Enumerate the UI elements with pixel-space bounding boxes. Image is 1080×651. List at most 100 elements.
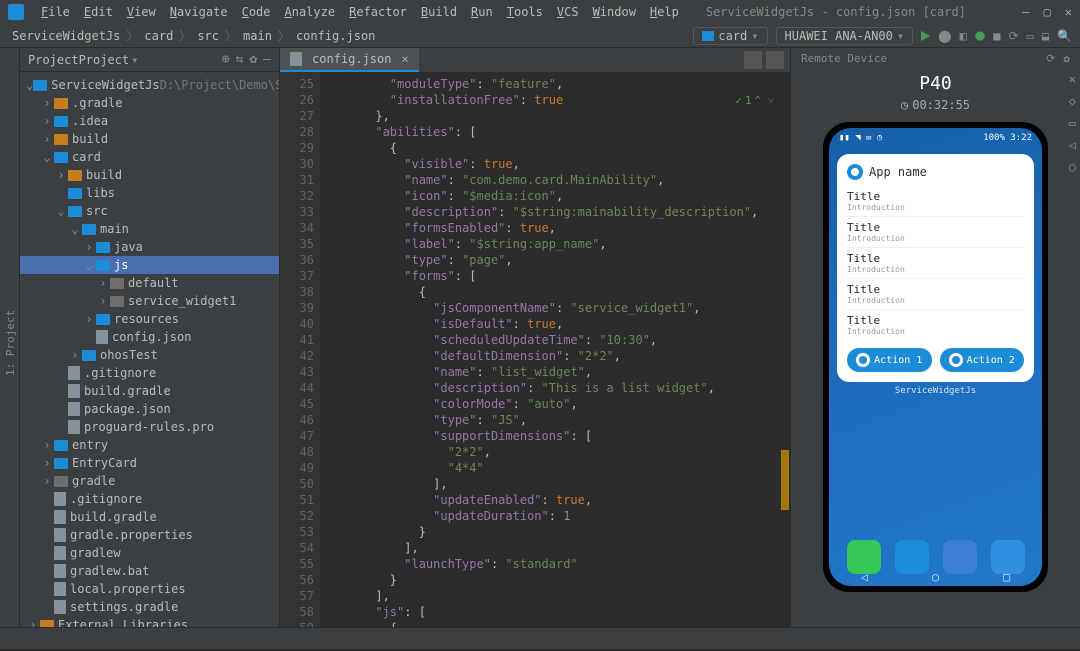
gear-icon[interactable]: ✿ bbox=[1063, 52, 1070, 65]
service-widget-card[interactable]: App name TitleIntroductionTitleIntroduct… bbox=[837, 154, 1034, 382]
menu-build[interactable]: Build bbox=[414, 5, 464, 19]
expand-icon[interactable]: ⌄ bbox=[40, 150, 54, 164]
tree-node[interactable]: ⌄card bbox=[20, 148, 279, 166]
expand-icon[interactable]: › bbox=[96, 276, 110, 290]
tree-node[interactable]: ›resources bbox=[20, 310, 279, 328]
device-selector[interactable]: HUAWEI ANA-AN00 ▾ bbox=[776, 27, 914, 45]
tree-node[interactable]: build.gradle bbox=[20, 508, 279, 526]
locate-icon[interactable]: ⊕ bbox=[222, 52, 230, 67]
collapse-icon[interactable]: ⇆ bbox=[236, 52, 244, 67]
close-tab-icon[interactable]: × bbox=[401, 52, 408, 66]
nav-back-icon[interactable]: ◁ bbox=[861, 570, 868, 584]
search-icon[interactable]: 🔍 bbox=[1057, 29, 1072, 43]
crumb[interactable]: src bbox=[193, 29, 223, 43]
menu-help[interactable]: Help bbox=[643, 5, 686, 19]
settings-icon[interactable]: ✿ bbox=[249, 52, 257, 67]
tree-node[interactable]: libs bbox=[20, 184, 279, 202]
tree-node[interactable]: gradlew bbox=[20, 544, 279, 562]
run-config-selector[interactable]: card ▾ bbox=[693, 27, 767, 45]
tree-node[interactable]: proguard-rules.pro bbox=[20, 418, 279, 436]
project-tree[interactable]: ⌄ServiceWidgetJs D:\Project\Demo\Service… bbox=[20, 72, 279, 627]
expand-icon[interactable]: › bbox=[40, 438, 54, 452]
tree-node[interactable]: ›service_widget1 bbox=[20, 292, 279, 310]
menu-file[interactable]: File bbox=[34, 5, 77, 19]
tree-node[interactable]: ›.gradle bbox=[20, 94, 279, 112]
tree-node[interactable]: ›EntryCard bbox=[20, 454, 279, 472]
tree-node[interactable]: ›ohosTest bbox=[20, 346, 279, 364]
browser-app-icon[interactable] bbox=[943, 540, 977, 574]
sync-icon[interactable]: ⟳ bbox=[1009, 29, 1019, 43]
tree-node[interactable]: .gitignore bbox=[20, 490, 279, 508]
card-list-item[interactable]: TitleIntroduction bbox=[847, 247, 1024, 278]
attach-icon[interactable]: ⬣ bbox=[975, 29, 985, 43]
tree-node[interactable]: build.gradle bbox=[20, 382, 279, 400]
close-preview-icon[interactable]: ✕ bbox=[1069, 72, 1076, 86]
tree-node[interactable]: settings.gradle bbox=[20, 598, 279, 616]
menu-run[interactable]: Run bbox=[464, 5, 500, 19]
card-list-item[interactable]: TitleIntroduction bbox=[847, 186, 1024, 216]
avd-icon[interactable]: ▭ bbox=[1027, 29, 1034, 43]
tree-node[interactable]: gradlew.bat bbox=[20, 562, 279, 580]
expand-icon[interactable]: › bbox=[82, 312, 96, 326]
maximize-icon[interactable]: ▢ bbox=[1044, 5, 1051, 19]
camera-app-icon[interactable] bbox=[991, 540, 1025, 574]
tab-structure[interactable]: 2: Structure bbox=[0, 58, 2, 627]
tree-node[interactable]: gradle.properties bbox=[20, 526, 279, 544]
expand-icon[interactable]: ⌄ bbox=[68, 222, 82, 236]
crumb[interactable]: card bbox=[140, 29, 177, 43]
sdk-icon[interactable]: ⬓ bbox=[1042, 29, 1049, 43]
expand-icon[interactable]: ⌄ bbox=[82, 258, 96, 272]
messages-app-icon[interactable] bbox=[895, 540, 929, 574]
phone-app-icon[interactable] bbox=[847, 540, 881, 574]
editor-tab-config[interactable]: config.json × bbox=[280, 48, 419, 72]
run-icon[interactable] bbox=[921, 31, 930, 41]
expand-icon[interactable]: › bbox=[96, 294, 110, 308]
tree-node[interactable]: package.json bbox=[20, 400, 279, 418]
refresh-icon[interactable]: ⟳ bbox=[1046, 52, 1055, 65]
stop-icon[interactable]: ■ bbox=[993, 29, 1000, 43]
expand-icon[interactable]: › bbox=[40, 456, 54, 470]
menu-tools[interactable]: Tools bbox=[500, 5, 550, 19]
back-icon[interactable]: ◁ bbox=[1069, 138, 1076, 152]
profile-icon[interactable]: ◧ bbox=[960, 29, 967, 43]
menu-code[interactable]: Code bbox=[235, 5, 278, 19]
tab-project[interactable]: 1: Project bbox=[2, 58, 19, 627]
menu-navigate[interactable]: Navigate bbox=[163, 5, 235, 19]
expand-icon[interactable]: › bbox=[68, 348, 82, 362]
expand-icon[interactable]: ⌄ bbox=[26, 78, 33, 92]
phone-screen[interactable]: ▮▮ ◥ ✉ ◷ 100% 3:22 App name TitleIntrodu… bbox=[829, 128, 1042, 586]
editor-scroll-stripe[interactable] bbox=[781, 90, 789, 590]
code-content[interactable]: "moduleType": "feature", "installationFr… bbox=[320, 72, 790, 627]
close-icon[interactable]: ✕ bbox=[1065, 5, 1072, 19]
expand-icon[interactable]: › bbox=[40, 132, 54, 146]
tree-node[interactable]: ⌄src bbox=[20, 202, 279, 220]
rotate-icon[interactable]: ◇ bbox=[1069, 94, 1076, 108]
expand-icon[interactable]: ⌄ bbox=[54, 204, 68, 218]
menu-refactor[interactable]: Refactor bbox=[342, 5, 414, 19]
expand-icon[interactable]: › bbox=[82, 240, 96, 254]
nav-recent-icon[interactable]: □ bbox=[1003, 570, 1010, 584]
expand-icon[interactable]: › bbox=[40, 96, 54, 110]
tree-node[interactable]: ›build bbox=[20, 166, 279, 184]
debug-icon[interactable]: ⬤ bbox=[938, 29, 951, 43]
tree-node[interactable]: ›.idea bbox=[20, 112, 279, 130]
menu-vcs[interactable]: VCS bbox=[550, 5, 586, 19]
view-mode-gallery-icon[interactable] bbox=[766, 51, 784, 69]
tree-node[interactable]: ›gradle bbox=[20, 472, 279, 490]
expand-icon[interactable]: › bbox=[40, 114, 54, 128]
tree-node[interactable]: ⌄ServiceWidgetJs D:\Project\Demo\Service… bbox=[20, 76, 279, 94]
expand-icon[interactable]: › bbox=[40, 474, 54, 488]
tree-node[interactable]: ⌄main bbox=[20, 220, 279, 238]
home-icon[interactable]: ○ bbox=[1069, 160, 1076, 174]
card-action-2[interactable]: Action 2 bbox=[940, 348, 1025, 372]
menu-window[interactable]: Window bbox=[586, 5, 643, 19]
card-list-item[interactable]: TitleIntroduction bbox=[847, 309, 1024, 340]
view-mode-list-icon[interactable] bbox=[744, 51, 762, 69]
card-list-item[interactable]: TitleIntroduction bbox=[847, 278, 1024, 309]
hide-icon[interactable]: — bbox=[263, 52, 271, 67]
expand-icon[interactable]: › bbox=[54, 168, 68, 182]
tree-node[interactable]: ›default bbox=[20, 274, 279, 292]
tree-node[interactable]: ›build bbox=[20, 130, 279, 148]
minimize-icon[interactable]: — bbox=[1022, 5, 1029, 19]
tree-node[interactable]: ⌄js bbox=[20, 256, 279, 274]
